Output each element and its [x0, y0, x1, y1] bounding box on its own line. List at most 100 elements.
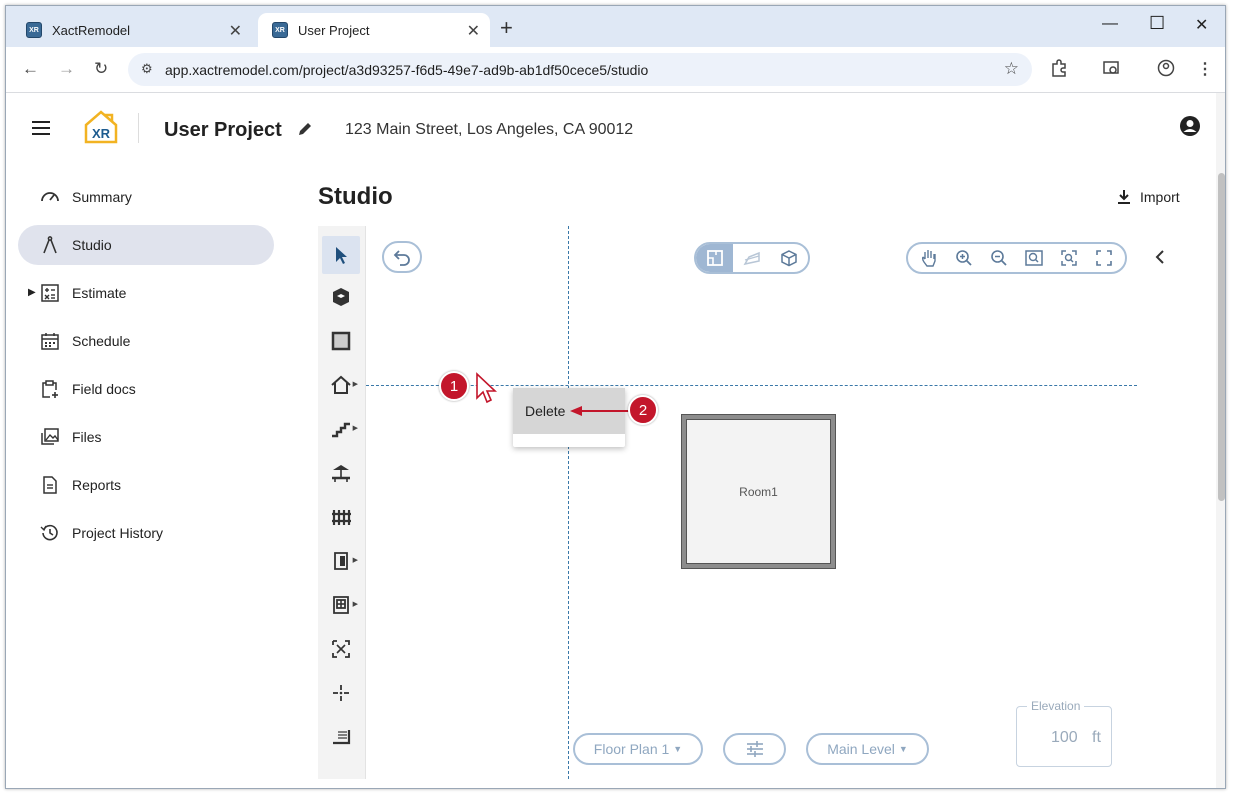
zoom-selection-icon[interactable]	[1054, 249, 1084, 267]
floor-plan-dropdown[interactable]: Floor Plan 1 ▼	[573, 733, 703, 765]
pan-hand-icon[interactable]	[914, 248, 944, 268]
step-badge-2: 2	[628, 395, 658, 425]
window-tool[interactable]: ▶	[322, 586, 360, 624]
sidebar-item-summary[interactable]: Summary	[18, 177, 274, 217]
xr-favicon-icon: XR	[26, 22, 42, 38]
sidebar-item-estimate[interactable]: ▶ Estimate	[18, 273, 274, 313]
sidebar-item-label: Files	[72, 429, 102, 445]
elevation-field[interactable]: Elevation 100 ft	[1016, 699, 1112, 767]
deck-tool[interactable]	[322, 454, 360, 492]
cube-icon	[781, 250, 798, 267]
mouse-pointer-icon	[476, 372, 498, 404]
page-scrollbar[interactable]	[1216, 93, 1225, 788]
elevation-view-button[interactable]	[733, 244, 770, 272]
zoom-out-icon[interactable]	[984, 249, 1014, 267]
fence-icon	[332, 510, 351, 525]
elevation-label: Elevation	[1027, 699, 1085, 713]
tab-user-project[interactable]: XR User Project ✕	[258, 13, 490, 47]
undo-icon	[393, 250, 410, 266]
site-settings-icon[interactable]: ⚙	[141, 61, 153, 77]
page-title: Studio	[318, 183, 393, 210]
sidebar-item-label: Estimate	[72, 285, 127, 301]
sidebar-item-studio[interactable]: Studio	[18, 225, 274, 265]
collapse-panel-chevron-icon[interactable]	[1154, 249, 1166, 270]
maximize-icon[interactable]: ☐	[1149, 13, 1165, 34]
tab-xactremodel[interactable]: XR XactRemodel ✕	[12, 13, 252, 47]
sidebar-item-label: Field docs	[72, 381, 136, 397]
xr-logo[interactable]: XR	[82, 109, 120, 145]
house-tool[interactable]: ▶	[322, 366, 360, 404]
app: XR User Project 123 Main Street, Los Ang…	[6, 93, 1225, 788]
bookmark-star-icon[interactable]: ☆	[1004, 59, 1019, 79]
sidebar-item-reports[interactable]: Reports	[18, 465, 274, 505]
3d-view-button[interactable]	[771, 244, 808, 272]
tab-search-icon[interactable]	[1102, 59, 1120, 82]
calendar-icon	[41, 333, 59, 350]
settings-button[interactable]	[723, 733, 786, 765]
account-icon[interactable]	[1179, 115, 1201, 137]
close-icon[interactable]: ✕	[467, 21, 480, 41]
back-icon[interactable]: ←	[22, 59, 39, 79]
extensions-icon[interactable]	[1050, 59, 1068, 82]
tab-title: User Project	[298, 22, 370, 38]
menu-dots-icon[interactable]: ⋮	[1197, 59, 1213, 79]
stairs-tool[interactable]: ▶	[322, 410, 360, 448]
tool-strip: ▶ ▶ ▶ ▶	[318, 226, 366, 779]
import-button[interactable]: Import	[1116, 188, 1180, 206]
zoom-fit-icon[interactable]	[1019, 249, 1049, 267]
level-dropdown[interactable]: Main Level ▼	[806, 733, 929, 765]
window-close-icon[interactable]: ✕	[1195, 15, 1208, 35]
close-icon[interactable]: ✕	[229, 21, 242, 41]
wall-tool[interactable]	[322, 718, 360, 756]
sidebar-item-files[interactable]: Files	[18, 417, 274, 457]
project-address: 123 Main Street, Los Angeles, CA 90012	[345, 121, 634, 138]
select-tool[interactable]	[322, 236, 360, 274]
calculator-icon	[41, 284, 59, 302]
door-icon	[334, 552, 348, 570]
submenu-arrow-icon: ▶	[352, 381, 358, 388]
door-tool[interactable]: ▶	[322, 542, 360, 580]
fence-tool[interactable]	[322, 498, 360, 536]
elevation-unit: ft	[1092, 729, 1101, 746]
project-title: User Project	[164, 119, 282, 141]
scrollbar-thumb[interactable]	[1218, 173, 1225, 501]
object-tool[interactable]	[322, 278, 360, 316]
xr-favicon-icon: XR	[272, 22, 288, 38]
submenu-arrow-icon: ▶	[352, 425, 358, 432]
minimize-icon[interactable]: —	[1102, 15, 1118, 33]
edit-pencil-icon[interactable]	[296, 120, 314, 138]
caret-down-icon: ▼	[673, 744, 683, 754]
room-shape[interactable]: Room1	[681, 414, 836, 569]
undo-button[interactable]	[382, 241, 422, 273]
profile-icon[interactable]	[1157, 59, 1175, 82]
logo-text: XR	[92, 126, 111, 141]
cursor-arrow-icon	[336, 247, 347, 264]
sidebar: Summary Studio ▶ Estimate Schedule Field…	[18, 177, 274, 561]
url-field[interactable]: ⚙ app.xactremodel.com/project/a3d93257-f…	[128, 53, 1032, 86]
import-label: Import	[1140, 189, 1180, 205]
submenu-arrow-icon: ▶	[352, 601, 358, 608]
hamburger-menu-icon[interactable]	[32, 121, 50, 135]
studio-canvas[interactable]: ▶ ▶ ▶ ▶ Room1 Delete 1 2 Floor Plan 1 ▼ …	[318, 226, 1213, 779]
sidebar-item-schedule[interactable]: Schedule	[18, 321, 274, 361]
wall-corner-icon	[333, 730, 351, 745]
images-icon	[41, 428, 59, 445]
forward-icon[interactable]: →	[58, 59, 75, 79]
fullscreen-icon[interactable]	[1089, 249, 1119, 267]
sidebar-item-field-docs[interactable]: Field docs	[18, 369, 274, 409]
url-text: app.xactremodel.com/project/a3d93257-f6d…	[165, 61, 649, 78]
point-tool[interactable]	[322, 674, 360, 712]
zoom-in-icon[interactable]	[949, 249, 979, 267]
expand-caret-icon[interactable]: ▶	[28, 287, 36, 298]
stairs-icon	[332, 422, 350, 438]
opening-tool[interactable]	[322, 630, 360, 668]
deck-umbrella-icon	[332, 465, 350, 482]
room-tool[interactable]	[322, 322, 360, 360]
history-icon	[40, 524, 58, 541]
sidebar-item-project-history[interactable]: Project History	[18, 513, 274, 553]
reload-icon[interactable]: ↻	[94, 59, 108, 79]
floor-plan-view-button[interactable]	[696, 244, 734, 272]
level-label: Main Level	[827, 741, 895, 757]
room-label: Room1	[739, 484, 778, 499]
new-tab-button[interactable]: +	[500, 15, 513, 41]
